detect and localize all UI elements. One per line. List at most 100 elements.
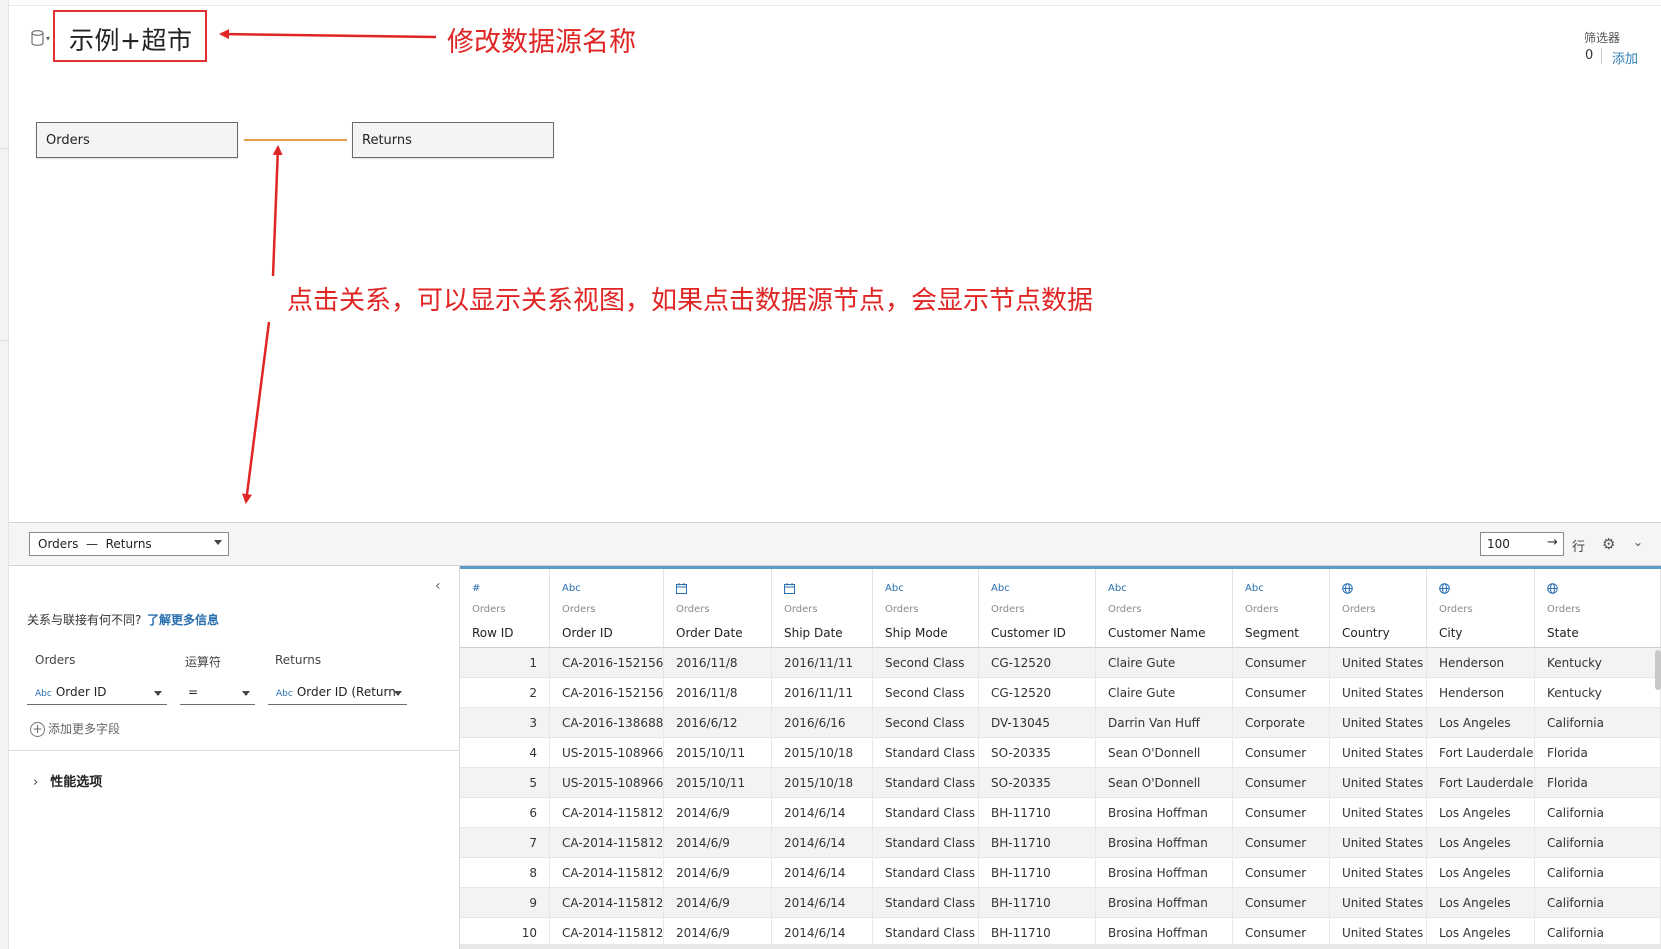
table-cell: Corporate (1233, 708, 1330, 738)
add-more-fields-label: 添加更多字段 (48, 722, 121, 736)
table-cell: 5 (460, 768, 550, 798)
table-cell: 4 (460, 738, 550, 768)
column-header[interactable]: Abc Orders Ship Mode (873, 569, 979, 647)
table-cell: Florida (1535, 768, 1661, 798)
table-cell: Kentucky (1535, 678, 1661, 708)
data-grid-toolbar (9, 522, 1661, 566)
table-row[interactable]: 3 CA-2016-138688 2016/6/12 2016/6/16 Second … (460, 708, 1661, 738)
table-cell: United States (1330, 678, 1427, 708)
chevron-down-icon[interactable]: ▾ (46, 34, 50, 43)
column-name: Ship Mode (885, 626, 948, 640)
horizontal-scrollbar[interactable] (460, 944, 1661, 949)
column-name: Order Date (676, 626, 743, 640)
right-field-select[interactable]: Abc Order ID (Return (268, 681, 407, 705)
table-row[interactable]: 8 CA-2014-115812 2014/6/9 2014/6/14 Standard… (460, 858, 1661, 888)
column-header[interactable]: Abc Orders Order ID (550, 569, 664, 647)
table-cell: SO-20335 (979, 768, 1096, 798)
filter-add-link[interactable]: 添加 (1612, 48, 1638, 67)
learn-more-link[interactable]: 了解更多信息 (147, 611, 219, 628)
vertical-scrollbar[interactable] (1655, 650, 1661, 690)
table-cell: Consumer (1233, 858, 1330, 888)
table-cell: 2016/11/8 (664, 678, 772, 708)
column-header[interactable]: Abc Orders Customer Name (1096, 569, 1233, 647)
table-cell: Standard Class (873, 768, 979, 798)
string-type-icon[interactable]: Abc (1108, 583, 1127, 594)
column-header[interactable]: Orders Ship Date (772, 569, 873, 647)
table-row[interactable]: 4 US-2015-108966 2015/10/11 2015/10/18 Stand… (460, 738, 1661, 768)
table-cell: Los Angeles (1427, 888, 1535, 918)
globe-icon[interactable] (1342, 583, 1353, 597)
calendar-icon[interactable] (784, 583, 795, 597)
calendar-icon[interactable] (676, 583, 687, 597)
table-cell: SO-20335 (979, 738, 1096, 768)
table-cell: 2016/6/16 (772, 708, 873, 738)
chevron-down-icon (242, 691, 250, 696)
table-cell: 3 (460, 708, 550, 738)
chevron-right-icon: › (33, 775, 39, 790)
table-row[interactable]: 5 US-2015-108966 2015/10/11 2015/10/18 Stand… (460, 768, 1661, 798)
table-cell: California (1535, 708, 1661, 738)
string-type-icon[interactable]: Abc (991, 583, 1010, 594)
column-source: Orders (1342, 604, 1376, 615)
column-header[interactable]: Orders State (1535, 569, 1661, 647)
globe-icon[interactable] (1547, 583, 1558, 597)
table-cell: BH-11710 (979, 888, 1096, 918)
column-header[interactable]: Abc Orders Segment (1233, 569, 1330, 647)
table-cell: Second Class (873, 678, 979, 708)
table-cell: Consumer (1233, 738, 1330, 768)
operator-select[interactable]: = (180, 681, 255, 705)
relationship-noodle[interactable] (244, 139, 347, 141)
table-cell: Consumer (1233, 768, 1330, 798)
table-cell: Consumer (1233, 648, 1330, 678)
column-header[interactable]: Orders Order Date (664, 569, 772, 647)
table-row[interactable]: 7 CA-2014-115812 2014/6/9 2014/6/14 Standard… (460, 828, 1661, 858)
column-header[interactable]: Orders Country (1330, 569, 1427, 647)
filter-divider (1601, 48, 1602, 64)
arrow-right-icon[interactable]: → (1547, 535, 1558, 550)
table-cell: CA-2014-115812 (550, 798, 664, 828)
column-source: Orders (784, 604, 818, 615)
table-cell: 2014/6/9 (664, 888, 772, 918)
string-type-icon[interactable]: Abc (562, 583, 581, 594)
table-cell: United States (1330, 858, 1427, 888)
number-type-icon[interactable]: # (472, 583, 480, 594)
table-cell: California (1535, 828, 1661, 858)
left-field-select[interactable]: Abc Order ID (27, 681, 167, 705)
column-header[interactable]: # Orders Row ID (460, 569, 550, 647)
string-type-icon[interactable]: Abc (1245, 583, 1264, 594)
table-cell: BH-11710 (979, 828, 1096, 858)
table-cell: 2015/10/18 (772, 768, 873, 798)
table-cell: 2015/10/11 (664, 738, 772, 768)
table-cell: BH-11710 (979, 798, 1096, 828)
column-header[interactable]: Orders City (1427, 569, 1535, 647)
table-cell: United States (1330, 828, 1427, 858)
table-row[interactable]: 1 CA-2016-152156 2016/11/8 2016/11/11 Second… (460, 648, 1661, 678)
table-cell: Second Class (873, 708, 979, 738)
table-cell: CA-2016-152156 (550, 678, 664, 708)
add-more-fields-button[interactable]: + 添加更多字段 (30, 720, 120, 737)
table-cell: 2016/11/11 (772, 678, 873, 708)
table-row[interactable]: 2 CA-2016-152156 2016/11/8 2016/11/11 Second… (460, 678, 1661, 708)
database-icon[interactable] (31, 30, 44, 46)
gear-icon[interactable]: ⚙ (1602, 535, 1615, 553)
table-cell: California (1535, 888, 1661, 918)
table-node-returns[interactable]: Returns (352, 122, 554, 158)
table-node-orders[interactable]: Orders (36, 122, 238, 158)
chevron-down-icon[interactable]: ⌄ (1633, 535, 1643, 549)
column-header[interactable]: Abc Orders Customer ID (979, 569, 1096, 647)
datasource-name[interactable]: 示例+超市 (69, 21, 192, 57)
table-cell: 2015/10/11 (664, 768, 772, 798)
relationship-select[interactable]: Orders — Returns (29, 532, 229, 556)
collapse-panel-icon[interactable]: ‹ (435, 578, 441, 594)
table-row[interactable]: 9 CA-2014-115812 2014/6/9 2014/6/14 Standard… (460, 888, 1661, 918)
table-row[interactable]: 6 CA-2014-115812 2014/6/9 2014/6/14 Standard… (460, 798, 1661, 828)
table-cell: Los Angeles (1427, 858, 1535, 888)
performance-options-toggle[interactable]: › 性能选项 (33, 771, 102, 790)
globe-icon[interactable] (1439, 583, 1450, 597)
column-name: City (1439, 626, 1463, 640)
table-cell: Brosina Hoffman (1096, 888, 1233, 918)
table-cell: United States (1330, 798, 1427, 828)
table-cell: Brosina Hoffman (1096, 798, 1233, 828)
string-type-icon[interactable]: Abc (885, 583, 904, 594)
table-cell: Florida (1535, 738, 1661, 768)
